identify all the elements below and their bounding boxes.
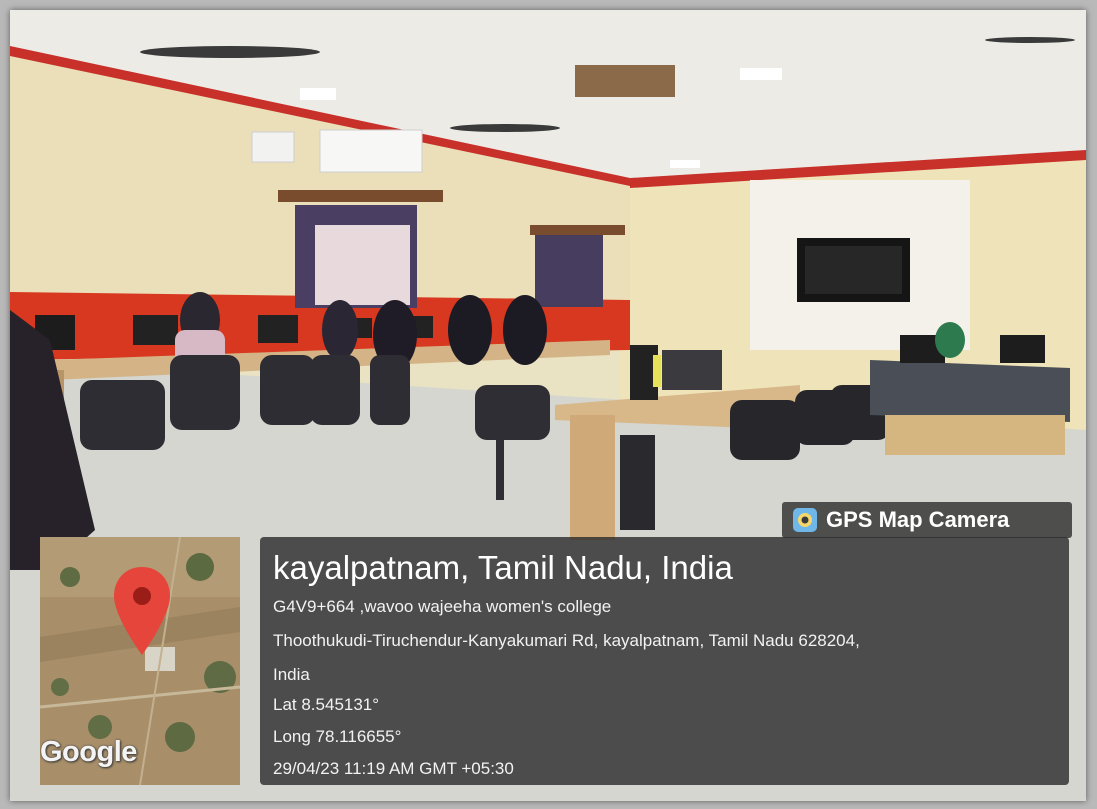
location-pin-icon <box>114 567 170 655</box>
photo-frame: GPS Map Camera Google kayalpatnam, Tamil… <box>0 0 1097 809</box>
country-line: India <box>273 665 310 684</box>
address-line: Thoothukudi-Tiruchendur-Kanyakumari Rd, … <box>273 631 860 650</box>
watermark-label: GPS Map Camera <box>826 507 1010 532</box>
location-info-panel: kayalpatnam, Tamil Nadu, India G4V9+664 … <box>260 537 1069 785</box>
camera-icon <box>793 508 817 532</box>
gps-map-camera-watermark: GPS Map Camera <box>782 502 1072 538</box>
plus-code-line: G4V9+664 ,wavoo wajeeha women's college <box>273 597 612 616</box>
latitude-line: Lat 8.545131° <box>273 695 380 714</box>
geotagged-photo: GPS Map Camera Google kayalpatnam, Tamil… <box>10 10 1086 801</box>
location-title: kayalpatnam, Tamil Nadu, India <box>273 549 733 586</box>
satellite-map-thumbnail: Google <box>40 537 240 785</box>
longitude-line: Long 78.116655° <box>273 727 402 746</box>
timestamp-line: 29/04/23 11:19 AM GMT +05:30 <box>273 759 514 778</box>
google-logo: Google <box>40 736 137 768</box>
